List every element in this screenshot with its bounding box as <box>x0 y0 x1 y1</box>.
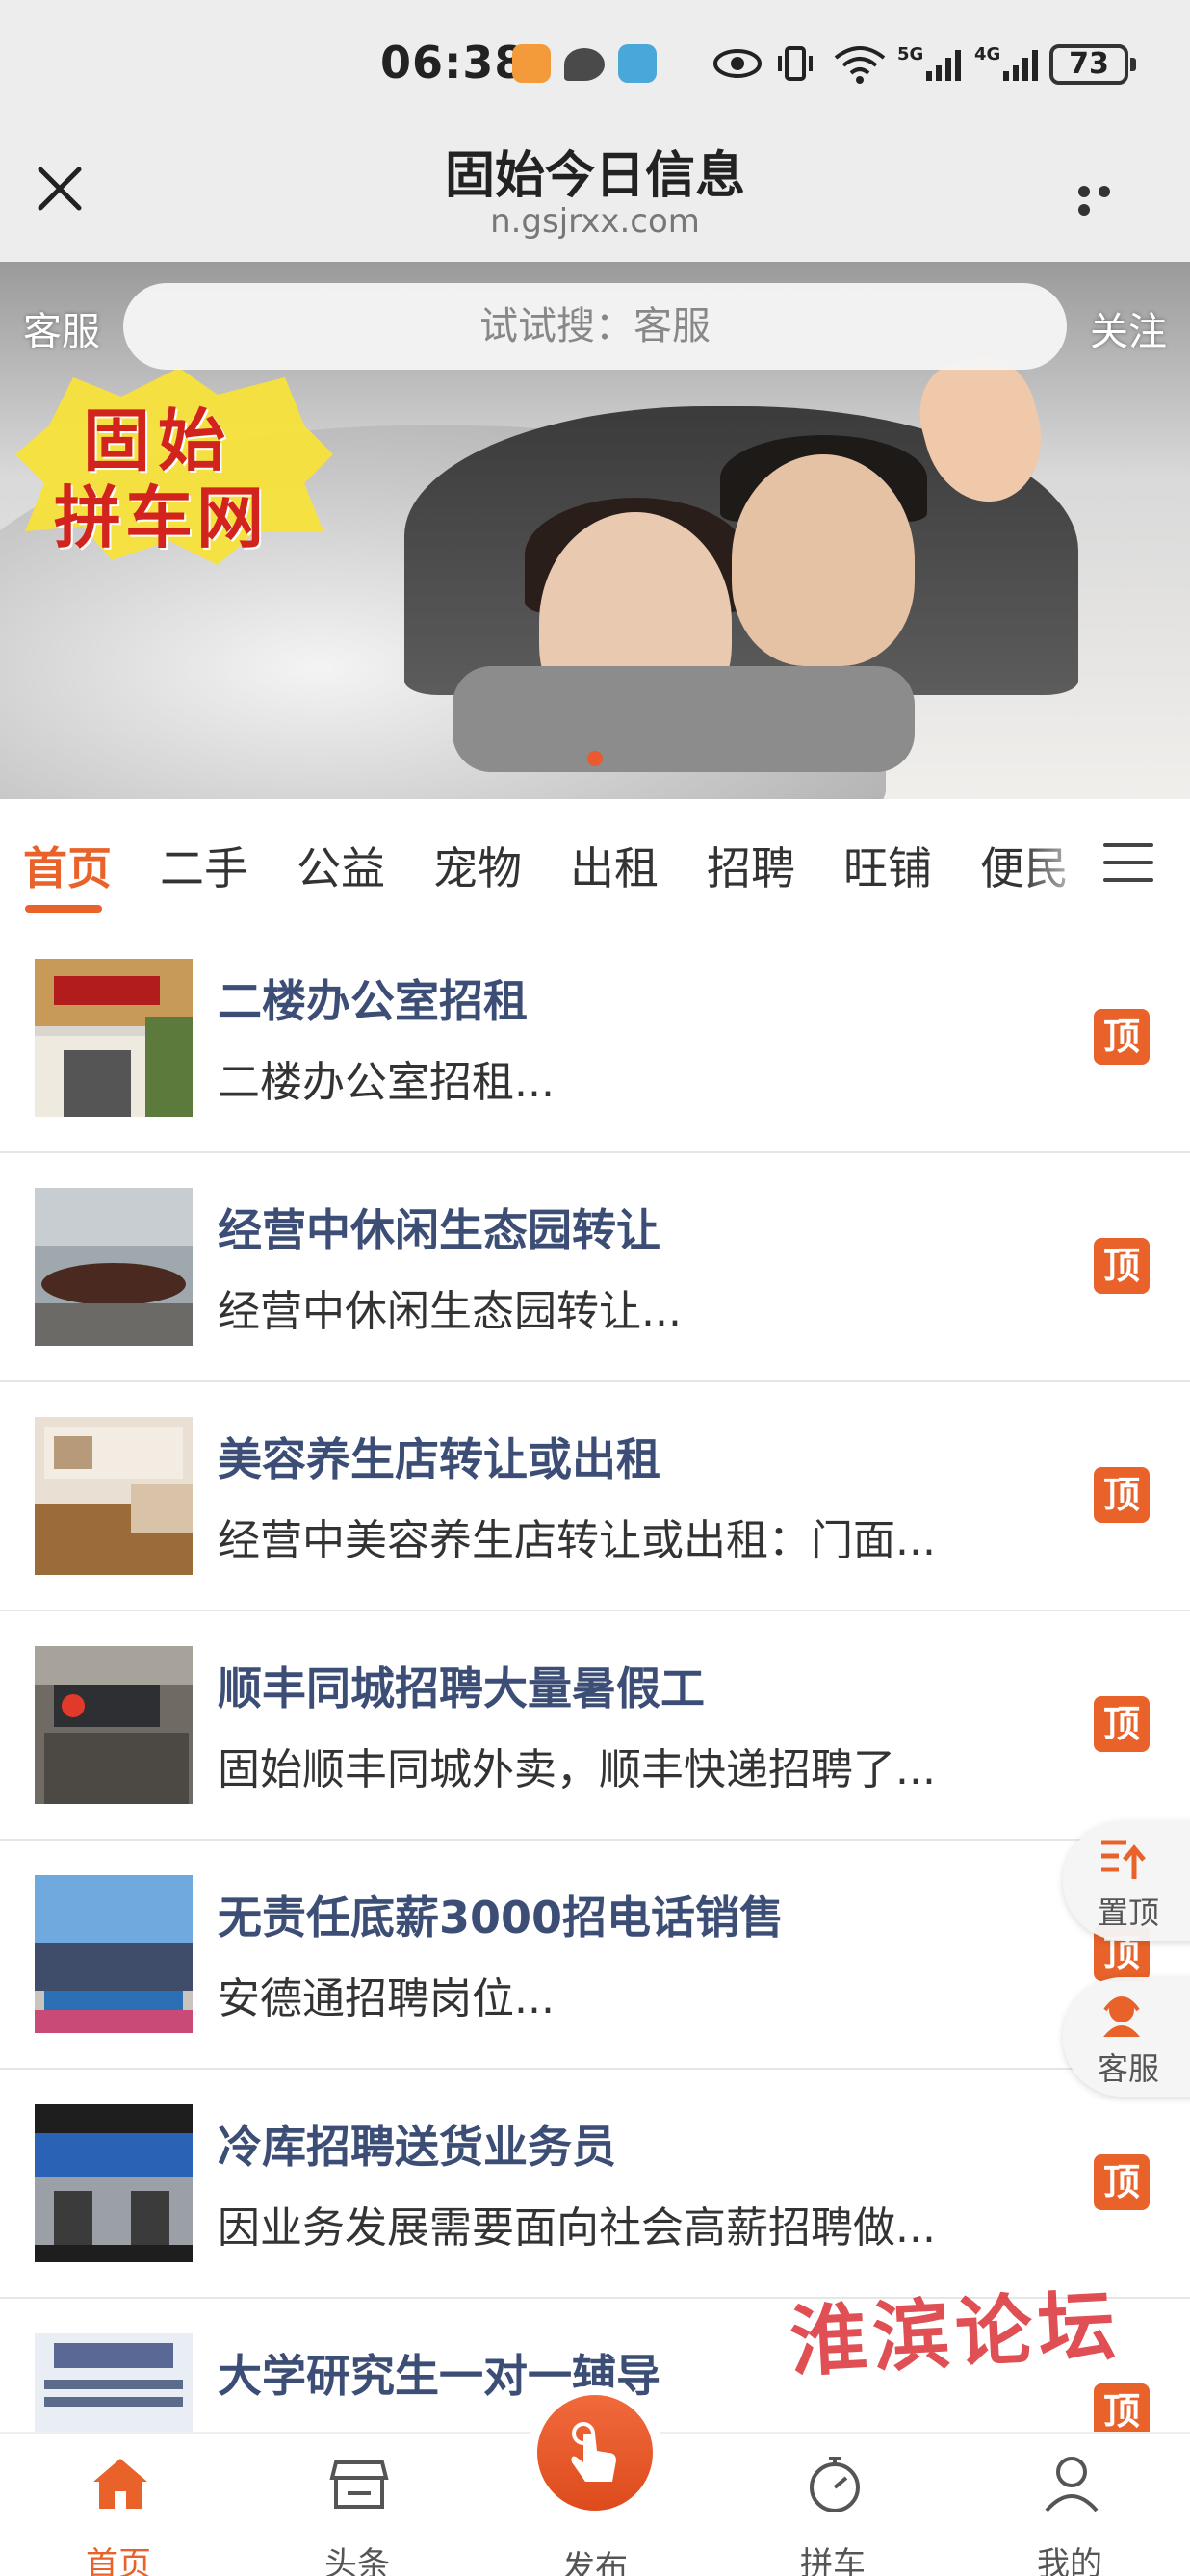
list-item[interactable]: 经营中休闲生态园转让 经营中休闲生态园转让... 顶 <box>0 1153 1190 1382</box>
category-tabs: 首页 二手 公益 宠物 出租 招聘 旺铺 便民 <box>0 799 1190 924</box>
vibrate-icon <box>778 46 813 81</box>
post-thumbnail <box>35 1417 193 1575</box>
list-item[interactable]: 二楼办公室招租 二楼办公室招租... 顶 <box>0 924 1190 1153</box>
wifi-icon <box>834 46 886 84</box>
tab-menu-icon[interactable] <box>1103 843 1153 882</box>
status-time: 06:38 <box>380 37 527 89</box>
nav-carpool[interactable]: 拼车 <box>761 2434 905 2576</box>
post-title: 二楼办公室招租 <box>218 975 528 1027</box>
signal-5g-label: 5G <box>897 44 923 64</box>
service-agent-icon <box>1103 1996 1140 2037</box>
pinned-badge: 顶 <box>1094 1696 1150 1752</box>
banner-arms <box>453 666 915 772</box>
scroll-to-top-label: 置顶 <box>1098 1894 1160 1931</box>
pinned-badge: 顶 <box>1094 1238 1150 1294</box>
logo-text-line2: 拼车网 <box>54 477 268 557</box>
post-title: 美容养生店转让或出租 <box>218 1433 660 1485</box>
chat-notification-icon <box>564 48 605 81</box>
home-icon <box>93 2459 147 2509</box>
list-item[interactable]: 冷库招聘送货业务员 因业务发展需要面向社会高薪招聘做... 顶 <box>0 2070 1190 2299</box>
pinned-badge: 顶 <box>1094 2154 1150 2210</box>
carpool-logo: 固始 拼车网 <box>15 368 333 570</box>
post-title: 顺丰同城招聘大量暑假工 <box>218 1662 705 1714</box>
tab-jobs[interactable]: 招聘 <box>707 834 795 897</box>
post-desc: 经营中休闲生态园转让... <box>218 1287 682 1336</box>
tab-shops[interactable]: 旺铺 <box>843 834 932 897</box>
post-title: 无责任底薪3000招电话销售 <box>218 1892 785 1944</box>
page-title: 固始今日信息 <box>444 147 745 205</box>
list-item[interactable]: 顺丰同城招聘大量暑假工 固始顺丰同城外卖，顺丰快递招聘了... 顶 <box>0 1611 1190 1841</box>
nav-mine-label: 我的 <box>1037 2545 1102 2576</box>
post-desc: 二楼办公室招租... <box>218 1058 555 1107</box>
battery-indicator: 73 <box>1049 44 1136 85</box>
search-input[interactable]: 试试搜：客服 <box>123 283 1067 370</box>
nav-home-label: 首页 <box>86 2545 151 2576</box>
title-bar: 固始今日信息 n.gsjrxx.com <box>0 135 1190 262</box>
scroll-to-top-button[interactable]: 置顶 <box>1063 1821 1190 1941</box>
bottom-nav: 首页 头条 发布 拼车 我的 <box>0 2385 1190 2576</box>
tab-home[interactable]: 首页 <box>23 834 112 897</box>
post-thumbnail <box>35 1188 193 1346</box>
post-desc: 因业务发展需要面向社会高薪招聘做... <box>218 2203 936 2253</box>
nav-headlines-label: 头条 <box>324 2545 390 2576</box>
nav-home[interactable]: 首页 <box>46 2434 191 2576</box>
post-desc: 安德通招聘岗位... <box>218 1974 555 2023</box>
follow-button[interactable]: 关注 <box>1090 300 1167 356</box>
more-menu-icon[interactable] <box>1078 183 1136 216</box>
post-desc: 经营中美容养生店转让或出租：门面... <box>218 1516 936 1565</box>
nav-carpool-label: 拼车 <box>800 2545 866 2576</box>
search-header: 客服 试试搜：客服 关注 <box>0 279 1190 372</box>
post-thumbnail <box>35 959 193 1117</box>
status-bar: 06:38 5G 4G 73 <box>0 0 1190 135</box>
forum-watermark: 淮滨论坛 <box>788 2280 1124 2387</box>
carousel-indicator[interactable] <box>587 751 603 766</box>
nav-publish-label: 发布 <box>562 2549 628 2576</box>
store-icon <box>329 2460 389 2509</box>
stopwatch-icon <box>810 2457 860 2512</box>
banner-person-man <box>732 454 915 666</box>
signal-4g-label: 4G <box>974 44 1000 64</box>
user-icon <box>1045 2457 1099 2512</box>
customer-service-link[interactable]: 客服 <box>23 300 100 356</box>
tab-secondhand[interactable]: 二手 <box>160 834 248 897</box>
pinned-badge: 顶 <box>1094 1467 1150 1523</box>
tab-rental[interactable]: 出租 <box>570 834 659 897</box>
post-thumbnail <box>35 1875 193 2033</box>
post-title: 冷库招聘送货业务员 <box>218 2121 616 2173</box>
pinned-badge: 顶 <box>1094 1009 1150 1065</box>
customer-service-button[interactable]: 客服 <box>1063 1977 1190 2097</box>
active-tab-indicator <box>25 905 102 913</box>
tab-fade <box>1021 799 1098 924</box>
customer-service-label: 客服 <box>1098 2050 1160 2087</box>
notification-app-icon <box>512 44 551 83</box>
signal-4g-icon: 4G <box>974 44 1038 81</box>
tab-pets[interactable]: 宠物 <box>433 834 522 897</box>
post-desc: 固始顺丰同城外卖，顺丰快递招聘了... <box>218 1745 936 1794</box>
list-item[interactable]: 美容养生店转让或出租 经营中美容养生店转让或出租：门面... 顶 <box>0 1382 1190 1611</box>
nav-headlines[interactable]: 头条 <box>285 2434 429 2576</box>
tap-hand-icon <box>571 2422 616 2482</box>
eye-icon <box>713 49 762 78</box>
notification-app-icon-2 <box>618 44 657 83</box>
arrow-up-icon <box>1101 1840 1146 1879</box>
tab-charity[interactable]: 公益 <box>297 834 385 897</box>
post-thumbnail <box>35 2104 193 2262</box>
nav-mine[interactable]: 我的 <box>997 2434 1142 2576</box>
publish-button[interactable] <box>528 2385 662 2520</box>
list-item[interactable]: 无责任底薪3000招电话销售 安德通招聘岗位... 顶 <box>0 1841 1190 2070</box>
page-url: n.gsjrxx.com <box>490 202 700 241</box>
post-thumbnail <box>35 1646 193 1804</box>
post-title: 经营中休闲生态园转让 <box>218 1204 660 1256</box>
signal-5g-icon: 5G <box>897 44 961 81</box>
